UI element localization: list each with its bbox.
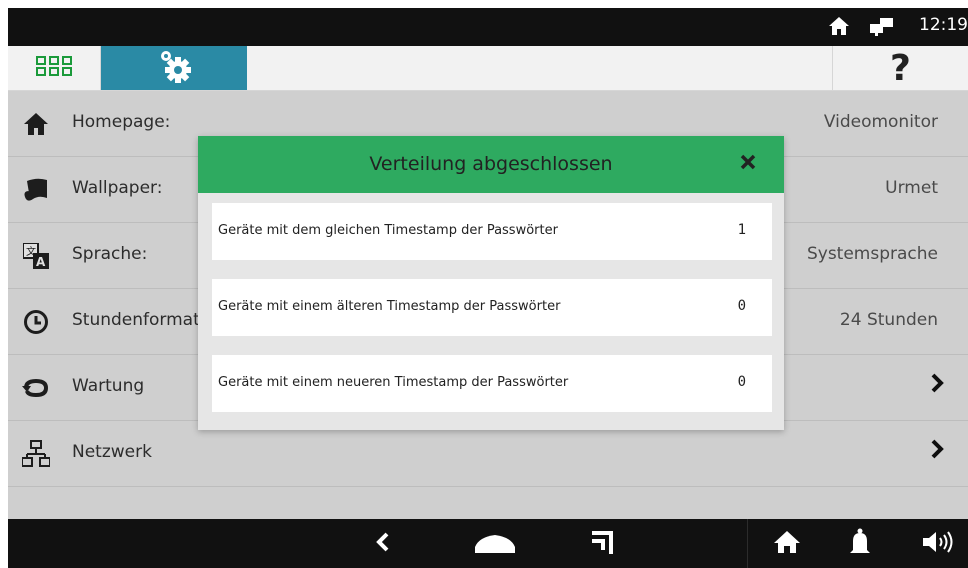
distribution-dialog: Verteilung abgeschlossen Geräte mit dem … [198,136,784,430]
network-icon [870,18,894,40]
dialog-row-value: 1 [737,222,746,238]
dialog-row-older: Geräte mit einem älteren Timestamp der P… [212,279,772,336]
nav-separator [747,519,748,568]
dialog-row-value: 0 [737,374,746,390]
gear-icon [154,48,194,88]
back-button[interactable] [363,519,403,568]
home-button[interactable] [470,519,520,568]
status-bar: 12:19 [8,8,968,46]
dialog-row-label: Geräte mit dem gleichen Timestamp der Pa… [218,223,558,238]
status-time: 12:19 [919,15,968,35]
dialog-row-newer: Geräte mit einem neueren Timestamp der P… [212,355,772,412]
house-icon [773,530,801,558]
back-icon [376,531,390,557]
close-button[interactable] [736,152,760,176]
recents-button[interactable] [583,519,623,568]
volume-button[interactable] [914,519,964,568]
dialog-title: Verteilung abgeschlossen [369,153,613,175]
apps-grid-icon [36,56,72,80]
device-screen: 12:19 ? Homepage: Videomonitor Wallpaper… [8,8,968,568]
bell-button[interactable] [840,519,880,568]
dialog-row-same: Geräte mit dem gleichen Timestamp der Pa… [212,203,772,260]
tab-settings[interactable] [101,46,247,90]
home-icon [475,531,515,557]
close-icon [740,154,756,174]
dialog-row-value: 0 [737,298,746,314]
house-button[interactable] [765,519,809,568]
dialog-row-label: Geräte mit einem älteren Timestamp der P… [218,299,561,314]
volume-icon [923,530,955,557]
tab-help[interactable]: ? [832,46,968,90]
tab-apps[interactable] [8,46,101,90]
tab-bar: ? [8,46,968,91]
recents-icon [592,530,614,558]
dialog-header: Verteilung abgeschlossen [198,136,784,193]
dialog-row-label: Geräte mit einem neueren Timestamp der P… [218,375,569,390]
nav-bar [8,519,968,568]
home-icon [828,16,850,40]
bell-icon [849,528,871,560]
